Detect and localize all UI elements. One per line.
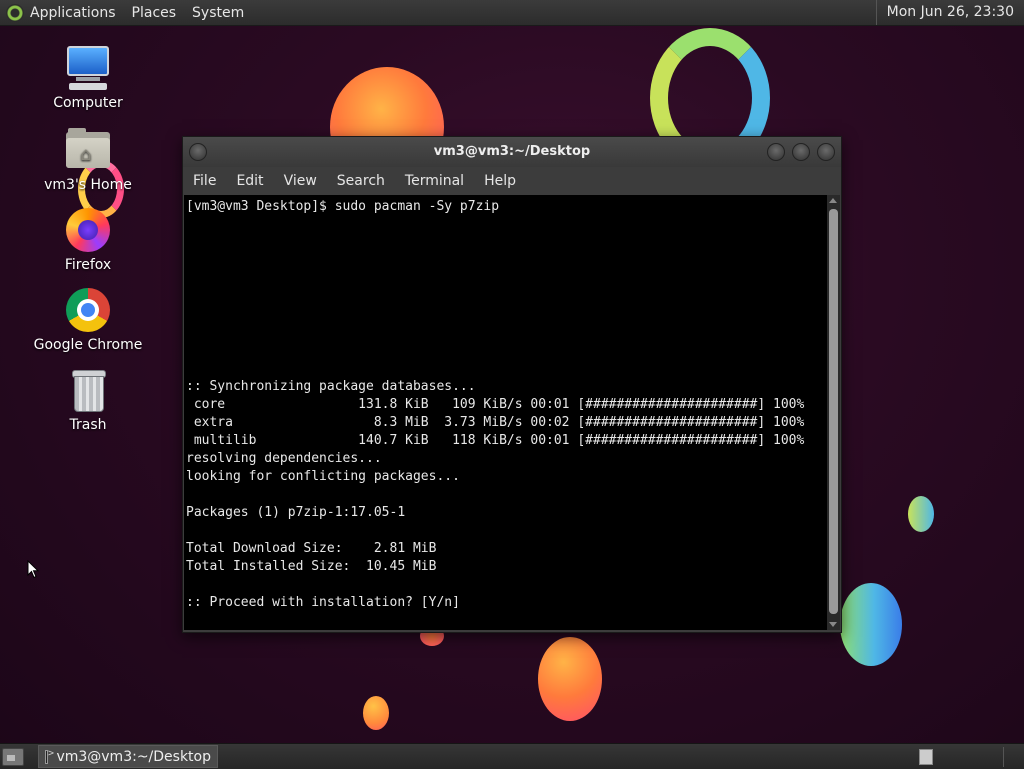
menu-help[interactable]: Help [474,173,526,189]
wallpaper-bubble [363,696,389,730]
desktop-icon-trash[interactable]: Trash [33,366,143,433]
desktop-icon-computer[interactable]: Computer [33,44,143,111]
menu-terminal[interactable]: Terminal [395,173,474,189]
terminal-text: [vm3@vm3 Desktop]$ sudo pacman -Sy p7zip… [186,199,805,610]
maximize-button[interactable] [792,143,810,161]
menu-file[interactable]: File [183,173,226,189]
desktop-icon-label: vm3's Home [44,177,132,193]
desktop-icon-label: Firefox [64,257,112,273]
scrollbar-thumb[interactable] [829,209,838,614]
desktop-icon-label: Google Chrome [33,337,143,353]
wallpaper-bubble [538,637,602,721]
menu-edit[interactable]: Edit [226,173,273,189]
bottom-panel: vm3@vm3:~/Desktop [0,743,1024,769]
show-desktop-icon[interactable] [2,747,24,766]
desktop-icon-label: Trash [69,417,107,433]
mate-logo-icon[interactable] [6,3,24,22]
desktop-icon-chrome[interactable]: Google Chrome [33,286,143,353]
desktop-icon-label: Computer [53,95,123,111]
minimize-button[interactable] [767,143,785,161]
desktop-icon-firefox[interactable]: Firefox [33,206,143,273]
system-menu[interactable]: System [192,5,244,21]
menu-search[interactable]: Search [327,173,395,189]
top-panel: Applications Places System Mon Jun 26, 2… [0,0,1024,26]
menu-view[interactable]: View [274,173,327,189]
scroll-up-icon[interactable] [829,198,837,203]
window-titlebar[interactable]: vm3@vm3:~/Desktop [183,137,841,167]
taskbar-item-terminal[interactable]: vm3@vm3:~/Desktop [38,745,218,768]
window-title: vm3@vm3:~/Desktop [433,144,591,159]
home-folder-icon: ⌂ [64,126,112,174]
terminal-menubar: File Edit View Search Terminal Help [183,167,841,195]
wallpaper-bubble [840,583,902,666]
clock[interactable]: Mon Jun 26, 23:30 [875,0,1024,25]
panel-divider [1003,746,1004,767]
applications-menu[interactable]: Applications [30,5,116,21]
terminal-output[interactable]: [vm3@vm3 Desktop]$ sudo pacman -Sy p7zip… [184,195,827,630]
trash-icon [64,366,112,414]
workspace-switcher[interactable] [919,748,933,765]
terminal-window: vm3@vm3:~/Desktop File Edit View Search … [182,136,842,633]
terminal-icon [45,748,55,764]
desktop-icon-home[interactable]: ⌂ vm3's Home [33,126,143,193]
scroll-down-icon[interactable] [829,622,837,627]
firefox-icon [64,206,112,254]
terminal-scrollbar[interactable] [827,195,840,630]
taskbar-item-label: vm3@vm3:~/Desktop [56,748,211,765]
close-button[interactable] [817,143,835,161]
wallpaper-bubble [908,496,934,532]
computer-icon [64,44,112,92]
chrome-icon [64,286,112,334]
places-menu[interactable]: Places [132,5,177,21]
